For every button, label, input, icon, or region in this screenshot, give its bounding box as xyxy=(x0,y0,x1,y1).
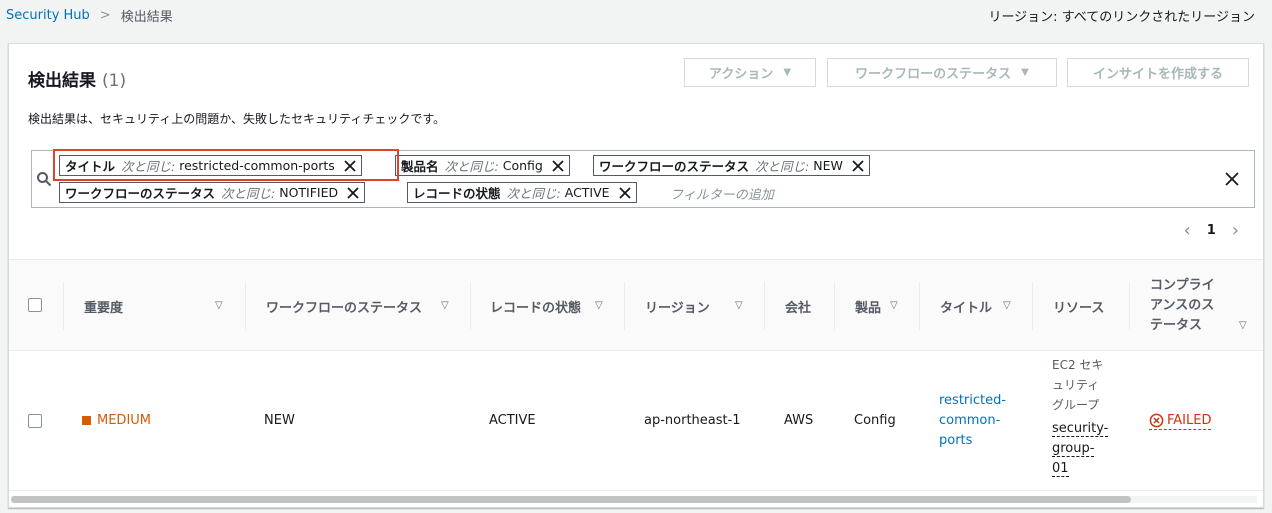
clear-filters-icon[interactable] xyxy=(1224,171,1240,187)
remove-filter-icon[interactable] xyxy=(551,159,565,173)
column-header-product[interactable]: 製品 xyxy=(855,260,881,352)
product-cell: Config xyxy=(854,413,896,428)
filter-token-workflow-notified: ワークフローのステータス 次と同じ: NOTIFIED xyxy=(59,182,366,203)
breadcrumb-security-hub-link[interactable]: Security Hub xyxy=(6,8,90,23)
page-title: 検出結果 xyxy=(28,71,96,91)
sort-caret-icon[interactable]: ▽ xyxy=(735,300,743,311)
row-checkbox[interactable] xyxy=(28,414,42,428)
search-icon xyxy=(37,172,52,187)
breadcrumb-chevron-icon: > xyxy=(99,8,111,23)
workflow-status-dropdown-button[interactable]: ワークフローのステータス ▼ xyxy=(827,58,1057,87)
sort-caret-icon[interactable]: ▽ xyxy=(1239,320,1247,331)
sort-caret-icon[interactable]: ▽ xyxy=(890,300,898,311)
workflow-status-label: ワークフローのステータス xyxy=(855,67,1012,82)
breadcrumb-current: 検出結果 xyxy=(120,10,173,25)
actions-label: アクション xyxy=(708,67,774,82)
filter-token-record-state: レコードの状態 次と同じ: ACTIVE xyxy=(407,182,637,203)
table-row: MEDIUM NEW ACTIVE ap-northeast-1 AWS Con… xyxy=(9,351,1263,491)
remove-filter-icon[interactable] xyxy=(851,159,865,173)
findings-panel: 検出結果 (1) 検出結果は、セキュリティ上の問題か、失敗したセキュリティチェッ… xyxy=(8,43,1264,508)
pagination: ‹ 1 › xyxy=(1184,220,1239,241)
scrollbar-thumb[interactable] xyxy=(11,496,1131,503)
workflow-status-cell: NEW xyxy=(264,413,295,428)
severity-label: MEDIUM xyxy=(97,413,152,428)
column-header-region[interactable]: リージョン xyxy=(645,260,710,352)
severity-square-icon xyxy=(82,416,91,425)
current-page[interactable]: 1 xyxy=(1207,223,1216,238)
sort-caret-icon[interactable]: ▽ xyxy=(1003,300,1011,311)
resource-id[interactable]: security- group- 01 xyxy=(1052,419,1109,479)
breadcrumb: Security Hub > 検出結果 xyxy=(6,6,173,25)
sort-caret-icon[interactable]: ▽ xyxy=(215,300,223,311)
panel-header: 検出結果 (1) xyxy=(28,66,126,91)
panel-description: 検出結果は、セキュリティ上の問題か、失敗したセキュリティチェックです。 xyxy=(28,112,446,126)
region-indicator: リージョン: すべてのリンクされたリージョン xyxy=(988,10,1255,25)
resource-cell: EC2 セキ ュリティ グループ security- group- 01 xyxy=(1052,355,1109,479)
chevron-left-icon[interactable]: ‹ xyxy=(1184,220,1191,241)
column-header-severity[interactable]: 重要度 xyxy=(84,260,123,352)
actions-dropdown-button[interactable]: アクション ▼ xyxy=(684,58,816,87)
column-header-company[interactable]: 会社 xyxy=(785,260,811,352)
caret-down-icon: ▼ xyxy=(783,67,792,78)
findings-count: (1) xyxy=(102,71,127,91)
finding-title-link[interactable]: restricted- common- ports xyxy=(939,391,1006,451)
filter-token-workflow-new: ワークフローのステータス 次と同じ: NEW xyxy=(593,155,870,176)
sort-caret-icon[interactable]: ▽ xyxy=(441,300,449,311)
severity-cell: MEDIUM xyxy=(82,413,151,428)
record-state-cell: ACTIVE xyxy=(489,413,536,428)
company-cell: AWS xyxy=(784,413,814,428)
compliance-status-label: FAILED xyxy=(1167,413,1212,428)
remove-filter-icon[interactable] xyxy=(346,186,360,200)
column-header-title[interactable]: タイトル xyxy=(940,260,992,352)
failed-icon xyxy=(1149,413,1164,428)
column-header-compliance[interactable]: コンプライ アンスのス テータス xyxy=(1150,260,1215,352)
select-all-checkbox[interactable] xyxy=(28,298,42,312)
filter-token-product: 製品名 次と同じ: Config xyxy=(395,155,570,176)
horizontal-scrollbar[interactable] xyxy=(11,496,1257,503)
create-insight-button[interactable]: インサイトを作成する xyxy=(1067,58,1249,87)
column-header-resource[interactable]: リソース xyxy=(1053,260,1104,352)
column-header-record-state[interactable]: レコードの状態 xyxy=(490,260,581,352)
add-filter-input[interactable]: フィルターの追加 xyxy=(670,184,774,203)
caret-down-icon: ▼ xyxy=(1021,67,1029,78)
region-cell: ap-northeast-1 xyxy=(644,413,741,428)
column-header-workflow-status[interactable]: ワークフローのステータス xyxy=(266,260,422,352)
chevron-right-icon[interactable]: › xyxy=(1232,220,1239,241)
compliance-status-cell[interactable]: FAILED xyxy=(1149,413,1212,430)
table-header: 重要度 ▽ ワークフローのステータス ▽ レコードの状態 ▽ リージョン ▽ 会… xyxy=(9,259,1263,352)
sort-caret-icon[interactable]: ▽ xyxy=(595,300,603,311)
highlighted-filter-outline xyxy=(53,149,399,181)
remove-filter-icon[interactable] xyxy=(618,186,632,200)
